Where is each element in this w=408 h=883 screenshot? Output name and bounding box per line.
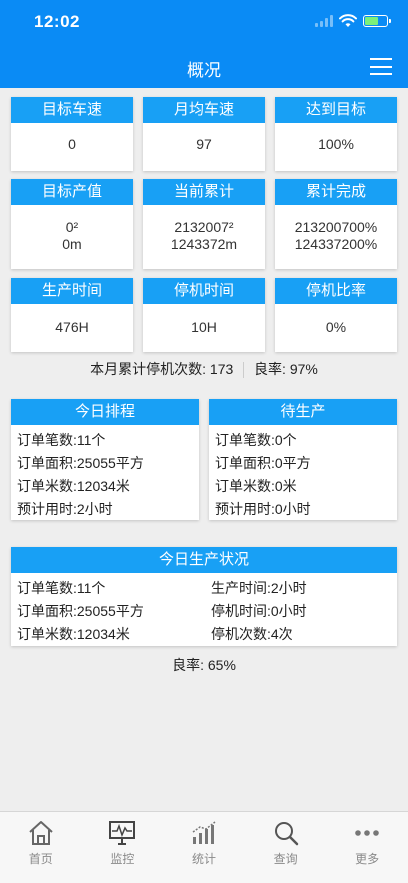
kpi-current-total: 当前累计 2132007² 1243372m [143, 179, 265, 269]
panel-row: 订单笔数:11个 [17, 432, 106, 448]
panel-row: 订单米数:0米 [215, 478, 297, 494]
yield-label: 良率: [172, 657, 204, 673]
menu-icon[interactable] [370, 58, 392, 75]
tab-monitor[interactable]: 监控 [82, 812, 164, 883]
tab-label: 统计 [191, 852, 216, 866]
yield-value: 65% [207, 657, 236, 673]
kpi-downtime: 停机时间 10H [143, 278, 265, 352]
panel-row: 停机时间:0小时 [211, 603, 307, 619]
kpi-reach-target: 达到目标 100% [275, 97, 397, 171]
tab-label: 首页 [28, 852, 53, 866]
kpi-label: 停机比率 [275, 278, 397, 304]
kpi-value: 0% [325, 319, 347, 335]
kpi-label: 达到目标 [275, 97, 397, 123]
kpi-monthly-speed: 月均车速 97 [143, 97, 265, 171]
kpi-value: 10H [191, 319, 217, 335]
yield-value: 97% [289, 361, 318, 377]
tab-query[interactable]: 查询 [245, 812, 327, 883]
kpi-downtime-ratio: 停机比率 0% [275, 278, 397, 352]
panel-row: 订单米数:12034米 [17, 478, 130, 494]
tab-stats[interactable]: 统计 [163, 812, 245, 883]
chart-icon [192, 821, 216, 844]
stop-count-label: 本月累计停机次数: [90, 361, 207, 377]
more-icon [355, 830, 379, 836]
kpi-label: 月均车速 [143, 97, 265, 123]
panel-title: 待生产 [209, 399, 397, 425]
kpi-production-time: 生产时间 476H [11, 278, 133, 352]
panel-row: 订单面积:0平方 [215, 455, 311, 471]
kpi-value-area: 0² [65, 219, 79, 235]
pending-panel: 待生产 订单笔数:0个 订单面积:0平方 订单米数:0米 预计用时:0小时 [209, 399, 397, 520]
tab-more[interactable]: 更多 [326, 812, 408, 883]
kpi-value-length: 0m [62, 236, 82, 252]
divider [243, 362, 245, 379]
today-schedule-panel: 今日排程 订单笔数:11个 订单面积:25055平方 订单米数:12034米 预… [11, 399, 199, 520]
search-icon [274, 822, 298, 846]
panel-title: 今日生产状况 [11, 547, 397, 573]
kpi-label: 累计完成 [275, 179, 397, 205]
tab-label: 更多 [355, 852, 380, 866]
page-title: 概况 [187, 61, 221, 80]
kpi-label: 目标产值 [11, 179, 133, 205]
kpi-value: 100% [318, 136, 354, 152]
panel-row: 订单笔数:0个 [215, 432, 297, 448]
panel-row: 订单笔数:11个 [17, 580, 106, 596]
monitor-icon [109, 821, 136, 845]
tab-home[interactable]: 首页 [0, 812, 82, 883]
kpi-target-speed: 目标车速 0 [11, 97, 133, 171]
kpi-value-area: 213200700% [294, 219, 378, 235]
today-status-panel: 今日生产状况 订单笔数:11个 订单面积:25055平方 订单米数:12034米… [11, 547, 397, 646]
kpi-value: 0 [68, 136, 76, 152]
tab-label: 查询 [273, 852, 298, 866]
wifi-icon [339, 14, 357, 27]
panel-row: 停机次数:4次 [211, 626, 293, 642]
kpi-value: 476H [55, 319, 89, 335]
tab-label: 监控 [110, 852, 135, 866]
panel-row: 预计用时:0小时 [215, 501, 311, 517]
kpi-value-area: 2132007² [174, 219, 234, 235]
home-icon [29, 821, 53, 845]
kpi-label: 生产时间 [11, 278, 133, 304]
kpi-total-completion: 累计完成 213200700% 124337200% [275, 179, 397, 269]
battery-icon [363, 15, 391, 27]
stop-count-value: 173 [209, 361, 234, 377]
tab-bar: 首页 监控 统计 查询 更多 [0, 811, 408, 883]
kpi-value: 97 [196, 136, 212, 152]
panel-row: 预计用时:2小时 [17, 501, 113, 517]
kpi-value-length: 124337200% [294, 236, 378, 252]
panel-row: 订单米数:12034米 [17, 626, 130, 642]
panel-title: 今日排程 [11, 399, 199, 425]
monthly-summary: 本月累计停机次数: 173 良率: 97% [0, 359, 408, 379]
panel-row: 订单面积:25055平方 [17, 603, 144, 619]
today-yield: 良率: 65% [0, 655, 408, 675]
yield-label: 良率: [254, 361, 286, 377]
kpi-label: 停机时间 [143, 278, 265, 304]
signal-icon [315, 15, 333, 27]
kpi-value-length: 1243372m [170, 236, 238, 252]
panel-row: 生产时间:2小时 [211, 580, 307, 596]
status-icons [315, 14, 391, 28]
kpi-label: 目标车速 [11, 97, 133, 123]
kpi-label: 当前累计 [143, 179, 265, 205]
status-time: 12:02 [34, 12, 80, 31]
status-bar: 12:02 [0, 0, 408, 44]
panel-row: 订单面积:25055平方 [17, 455, 144, 471]
nav-bar: 概况 [0, 44, 408, 88]
kpi-target-output: 目标产值 0² 0m [11, 179, 133, 269]
